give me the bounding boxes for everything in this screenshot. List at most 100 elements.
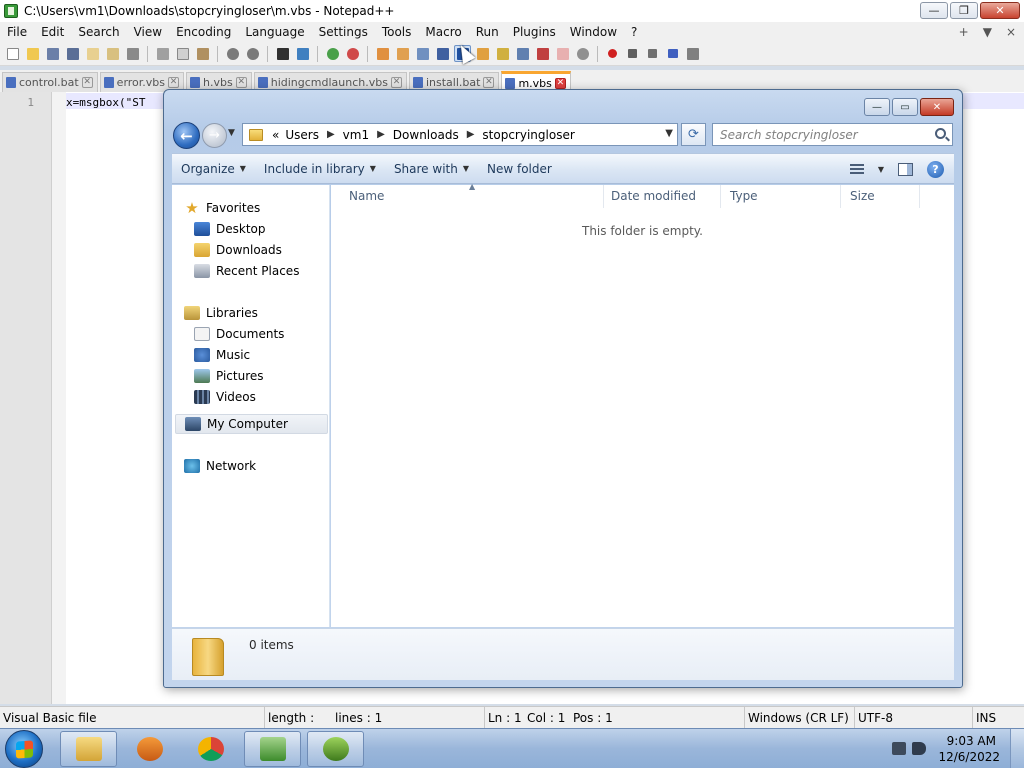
minimize-button[interactable]: —: [920, 2, 948, 19]
find-icon[interactable]: [274, 45, 291, 62]
search-input[interactable]: [720, 127, 925, 142]
function-list-icon[interactable]: [534, 45, 551, 62]
breadcrumb-stopcryingloser[interactable]: stopcryingloser: [479, 128, 577, 142]
tab-close-icon[interactable]: ✕: [235, 77, 247, 88]
column-date-modified[interactable]: Date modified: [601, 185, 721, 208]
network-status-icon[interactable]: [892, 742, 906, 755]
menu-tools[interactable]: Tools: [375, 22, 419, 42]
cut-icon[interactable]: [154, 45, 171, 62]
breadcrumb-users[interactable]: Users: [282, 128, 322, 142]
breadcrumb-vm1[interactable]: vm1: [340, 128, 372, 142]
nav-desktop[interactable]: Desktop: [194, 219, 324, 239]
zoom-out-icon[interactable]: [344, 45, 361, 62]
menu-edit[interactable]: Edit: [34, 22, 71, 42]
menu-plugins[interactable]: Plugins: [506, 22, 563, 42]
macro-stop-icon[interactable]: [624, 45, 641, 62]
breadcrumb-chevron-icon[interactable]: ▶: [462, 129, 480, 140]
refresh-icon[interactable]: ⟳: [681, 123, 706, 146]
replace-icon[interactable]: [294, 45, 311, 62]
tab-control-bat[interactable]: control.bat ✕: [2, 72, 98, 92]
tab-close-icon[interactable]: ✕: [483, 77, 495, 88]
maximize-button[interactable]: ❐: [950, 2, 978, 19]
tab-close-icon[interactable]: ✕: [554, 77, 566, 89]
explorer-minimize-button[interactable]: —: [864, 98, 890, 116]
print-icon[interactable]: [124, 45, 141, 62]
taskbar-notepadpp[interactable]: [244, 731, 301, 767]
save-all-icon[interactable]: [64, 45, 81, 62]
organize-button[interactable]: Organize ▼: [172, 153, 255, 184]
preview-pane-icon[interactable]: [898, 162, 913, 176]
nav-favorites[interactable]: ★ Favorites: [184, 198, 324, 218]
undo-icon[interactable]: [224, 45, 241, 62]
nav-recent-places[interactable]: Recent Places: [194, 261, 324, 281]
search-box[interactable]: [712, 123, 953, 146]
tab-close-icon[interactable]: ✕: [81, 77, 93, 88]
close-document-icon[interactable]: ×: [1006, 25, 1016, 39]
close-file-icon[interactable]: [84, 45, 101, 62]
explorer-window[interactable]: — ▭ ✕ ← → ▼ « Users ▶ vm1 ▶ Downloads ▶ …: [163, 89, 963, 688]
address-bar[interactable]: « Users ▶ vm1 ▶ Downloads ▶ stopcryinglo…: [242, 123, 678, 146]
macro-play-multiple-icon[interactable]: [664, 45, 681, 62]
doc-list-icon[interactable]: [514, 45, 531, 62]
taskbar-explorer[interactable]: [60, 731, 117, 767]
close-button[interactable]: ✕: [980, 2, 1020, 19]
redo-icon[interactable]: [244, 45, 261, 62]
show-desktop-button[interactable]: [1010, 729, 1024, 768]
paste-icon[interactable]: [194, 45, 211, 62]
menu-language[interactable]: Language: [238, 22, 311, 42]
menu-window[interactable]: Window: [563, 22, 624, 42]
doc-map-icon[interactable]: [494, 45, 511, 62]
clock-time[interactable]: 9:03 AM: [947, 734, 996, 748]
user-language-icon[interactable]: [474, 45, 491, 62]
file-list[interactable]: Name ▲ Date modified Type Size This fold…: [331, 182, 954, 627]
nav-pictures[interactable]: Pictures: [194, 366, 324, 386]
menu-help[interactable]: ?: [624, 22, 644, 42]
nav-network[interactable]: Network: [184, 456, 324, 476]
menu-file[interactable]: File: [0, 22, 34, 42]
monitoring-icon[interactable]: [574, 45, 591, 62]
tab-close-icon[interactable]: ✕: [390, 77, 402, 88]
breadcrumb-chevron-icon[interactable]: ▶: [372, 129, 390, 140]
open-file-icon[interactable]: [24, 45, 41, 62]
volume-icon[interactable]: [912, 742, 926, 755]
close-all-icon[interactable]: [104, 45, 121, 62]
breadcrumb-chevron-icon[interactable]: ▶: [322, 129, 340, 140]
menu-settings[interactable]: Settings: [312, 22, 375, 42]
help-icon[interactable]: ?: [927, 160, 944, 178]
views-dropdown-icon[interactable]: ▼: [878, 165, 884, 174]
menu-macro[interactable]: Macro: [418, 22, 468, 42]
macro-play-icon[interactable]: [644, 45, 661, 62]
tab-list-dropdown-icon[interactable]: ▼: [983, 25, 992, 39]
explorer-close-button[interactable]: ✕: [920, 98, 954, 116]
nav-libraries[interactable]: Libraries: [184, 303, 324, 323]
address-dropdown-icon[interactable]: ▼: [665, 128, 673, 139]
breadcrumb-downloads[interactable]: Downloads: [390, 128, 462, 142]
zoom-in-icon[interactable]: [324, 45, 341, 62]
menu-encoding[interactable]: Encoding: [169, 22, 238, 42]
column-type[interactable]: Type: [720, 185, 841, 208]
taskbar-chrome[interactable]: [182, 731, 239, 767]
search-icon[interactable]: [935, 128, 946, 139]
code-line[interactable]: x=msgbox("ST: [66, 96, 145, 109]
taskbar-media-player[interactable]: [121, 731, 178, 767]
explorer-maximize-button[interactable]: ▭: [892, 98, 918, 116]
nav-videos[interactable]: Videos: [194, 387, 324, 407]
macro-save-icon[interactable]: [684, 45, 701, 62]
views-icon[interactable]: [849, 163, 864, 175]
forward-button[interactable]: →: [202, 123, 227, 148]
sync-horizontal-icon[interactable]: [394, 45, 411, 62]
new-file-icon[interactable]: [4, 45, 21, 62]
nav-documents[interactable]: Documents: [194, 324, 324, 344]
menu-search[interactable]: Search: [71, 22, 126, 42]
taskbar-app[interactable]: [307, 731, 364, 767]
menu-view[interactable]: View: [127, 22, 169, 42]
include-in-library-button[interactable]: Include in library ▼: [255, 153, 385, 184]
nav-my-computer[interactable]: My Computer: [175, 414, 328, 434]
start-button[interactable]: [5, 730, 43, 768]
sync-vertical-icon[interactable]: [374, 45, 391, 62]
save-icon[interactable]: [44, 45, 61, 62]
nav-music[interactable]: Music: [194, 345, 324, 365]
menu-run[interactable]: Run: [469, 22, 506, 42]
show-all-chars-icon[interactable]: [434, 45, 451, 62]
breadcrumb-overflow[interactable]: «: [269, 128, 282, 142]
